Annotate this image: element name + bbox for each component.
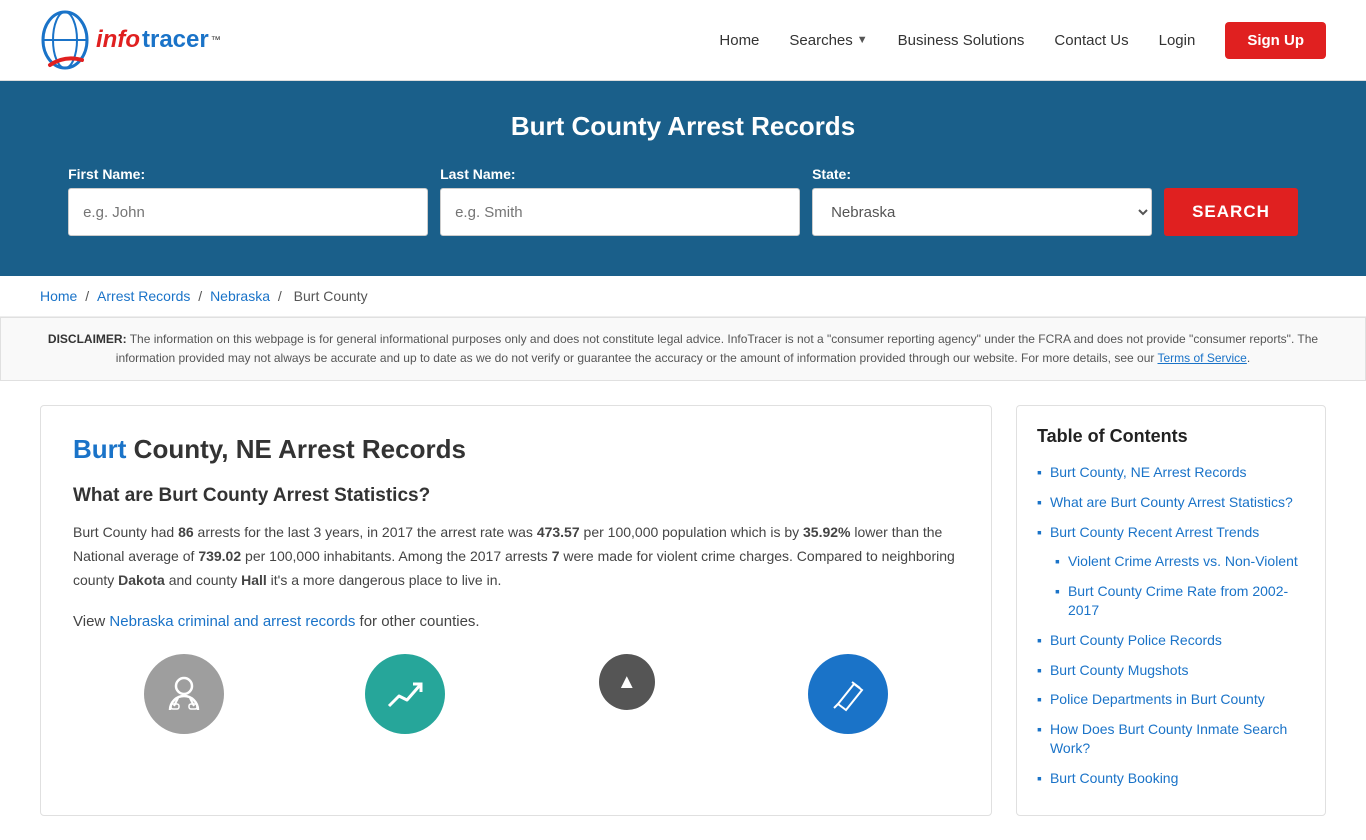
hero-title: Burt County Arrest Records <box>40 111 1326 142</box>
state-label: State: <box>812 166 851 182</box>
county2: Hall <box>241 572 267 588</box>
toc-heading: Table of Contents <box>1037 426 1305 447</box>
edit-icon <box>808 654 888 734</box>
county1: Dakota <box>118 572 165 588</box>
main-content: Burt County, NE Arrest Records What are … <box>0 381 1366 839</box>
disclaimer-label: DISCLAIMER: <box>48 332 127 346</box>
first-name-input[interactable] <box>68 188 428 236</box>
toc-link[interactable]: Burt County, NE Arrest Records <box>1050 463 1247 483</box>
para1-mid: arrests for the last 3 years, in 2017 th… <box>194 524 537 540</box>
toc-link[interactable]: Burt County Crime Rate from 2002-2017 <box>1068 582 1305 621</box>
main-nav: Home Searches ▼ Business Solutions Conta… <box>719 22 1326 59</box>
nebraska-records-link[interactable]: Nebraska criminal and arrest records <box>109 613 355 630</box>
toc-list: Burt County, NE Arrest Records What are B… <box>1037 463 1305 788</box>
first-name-label: First Name: <box>68 166 145 182</box>
breadcrumb-home[interactable]: Home <box>40 288 77 304</box>
breadcrumb-arrest-records[interactable]: Arrest Records <box>97 288 190 304</box>
last-name-label: Last Name: <box>440 166 515 182</box>
login-button[interactable]: Login <box>1159 32 1196 49</box>
icon-box-scroll[interactable]: ▲ <box>529 654 724 734</box>
arrest-icon <box>144 654 224 734</box>
toc-link[interactable]: Violent Crime Arrests vs. Non-Violent <box>1068 552 1298 572</box>
signup-button[interactable]: Sign Up <box>1225 22 1326 59</box>
article-title-highlight: Burt <box>73 434 126 464</box>
icon-box-trend <box>308 654 503 734</box>
disclaimer-period: . <box>1247 351 1250 365</box>
breadcrumb-sep3: / <box>278 288 286 304</box>
section1-paragraph: Burt County had 86 arrests for the last … <box>73 521 959 592</box>
para1-pre: Burt County had <box>73 524 178 540</box>
breadcrumb: Home / Arrest Records / Nebraska / Burt … <box>0 276 1366 317</box>
para1-final: it's a more dangerous place to live in. <box>267 572 502 588</box>
article-title: Burt County, NE Arrest Records <box>73 434 959 465</box>
view-records-paragraph: View Nebraska criminal and arrest record… <box>73 609 959 635</box>
site-header: infotracer™ Home Searches ▼ Business Sol… <box>0 0 1366 81</box>
search-form: First Name: Last Name: State: AlabamaAla… <box>40 166 1326 236</box>
breadcrumb-nebraska[interactable]: Nebraska <box>210 288 270 304</box>
trend-icon <box>365 654 445 734</box>
table-of-contents: Table of Contents Burt County, NE Arrest… <box>1016 405 1326 815</box>
search-button[interactable]: SEARCH <box>1164 188 1298 236</box>
nav-home[interactable]: Home <box>719 32 759 49</box>
national-avg: 739.02 <box>198 548 241 564</box>
chevron-down-icon: ▼ <box>857 34 868 46</box>
toc-link[interactable]: Burt County Recent Arrest Trends <box>1050 523 1259 543</box>
toc-item: Burt County Crime Rate from 2002-2017 <box>1037 582 1305 621</box>
breadcrumb-sep1: / <box>85 288 93 304</box>
article-title-rest: County, NE Arrest Records <box>126 434 466 464</box>
disclaimer-text: The information on this webpage is for g… <box>116 332 1318 365</box>
disclaimer-bar: DISCLAIMER: The information on this webp… <box>0 317 1366 381</box>
nav-contact-us[interactable]: Contact Us <box>1054 32 1128 49</box>
icon-box-edit <box>751 654 946 734</box>
icon-box-arrest <box>86 654 281 734</box>
toc-item: Burt County Recent Arrest Trends <box>1037 523 1305 543</box>
toc-link[interactable]: Burt County Booking <box>1050 769 1178 789</box>
logo-tm: ™ <box>211 35 221 46</box>
toc-item: Burt County Booking <box>1037 769 1305 789</box>
toc-item: Burt County, NE Arrest Records <box>1037 463 1305 483</box>
percent-lower: 35.92% <box>803 524 850 540</box>
hero-section: Burt County Arrest Records First Name: L… <box>0 81 1366 276</box>
icon-strip: ▲ <box>73 654 959 734</box>
logo[interactable]: infotracer™ <box>40 10 221 70</box>
view-para-post: for other counties. <box>355 613 479 630</box>
state-group: State: AlabamaAlaskaArizonaArkansasCalif… <box>812 166 1152 236</box>
arrest-rate: 473.57 <box>537 524 580 540</box>
para1-mid2: per 100,000 population which is by <box>580 524 803 540</box>
toc-inner: Table of Contents Burt County, NE Arrest… <box>1016 405 1326 815</box>
logo-image: infotracer™ <box>40 10 221 70</box>
toc-item: Burt County Mugshots <box>1037 661 1305 681</box>
toc-item: Burt County Police Records <box>1037 631 1305 651</box>
toc-link[interactable]: Burt County Mugshots <box>1050 661 1189 681</box>
arrests-count: 86 <box>178 524 194 540</box>
last-name-input[interactable] <box>440 188 800 236</box>
nav-business-solutions[interactable]: Business Solutions <box>898 32 1025 49</box>
article-section: Burt County, NE Arrest Records What are … <box>40 405 992 815</box>
toc-link[interactable]: Police Departments in Burt County <box>1050 690 1265 710</box>
toc-item: How Does Burt County Inmate Search Work? <box>1037 720 1305 759</box>
first-name-group: First Name: <box>68 166 428 236</box>
breadcrumb-burt-county: Burt County <box>294 288 368 304</box>
toc-link[interactable]: Burt County Police Records <box>1050 631 1222 651</box>
last-name-group: Last Name: <box>440 166 800 236</box>
breadcrumb-sep2: / <box>198 288 206 304</box>
toc-item: What are Burt County Arrest Statistics? <box>1037 493 1305 513</box>
toc-link[interactable]: What are Burt County Arrest Statistics? <box>1050 493 1293 513</box>
nav-searches[interactable]: Searches ▼ <box>789 32 867 49</box>
para1-mid4: per 100,000 inhabitants. Among the 2017 … <box>241 548 552 564</box>
toc-link[interactable]: How Does Burt County Inmate Search Work? <box>1050 720 1305 759</box>
section1-heading: What are Burt County Arrest Statistics? <box>73 485 959 507</box>
scroll-up-button[interactable]: ▲ <box>599 654 655 710</box>
para1-and: and county <box>165 572 241 588</box>
toc-item: Violent Crime Arrests vs. Non-Violent <box>1037 552 1305 572</box>
state-select[interactable]: AlabamaAlaskaArizonaArkansasCaliforniaCo… <box>812 188 1152 236</box>
view-para-pre: View <box>73 613 109 630</box>
terms-of-service-link[interactable]: Terms of Service <box>1158 351 1247 365</box>
toc-item: Police Departments in Burt County <box>1037 690 1305 710</box>
